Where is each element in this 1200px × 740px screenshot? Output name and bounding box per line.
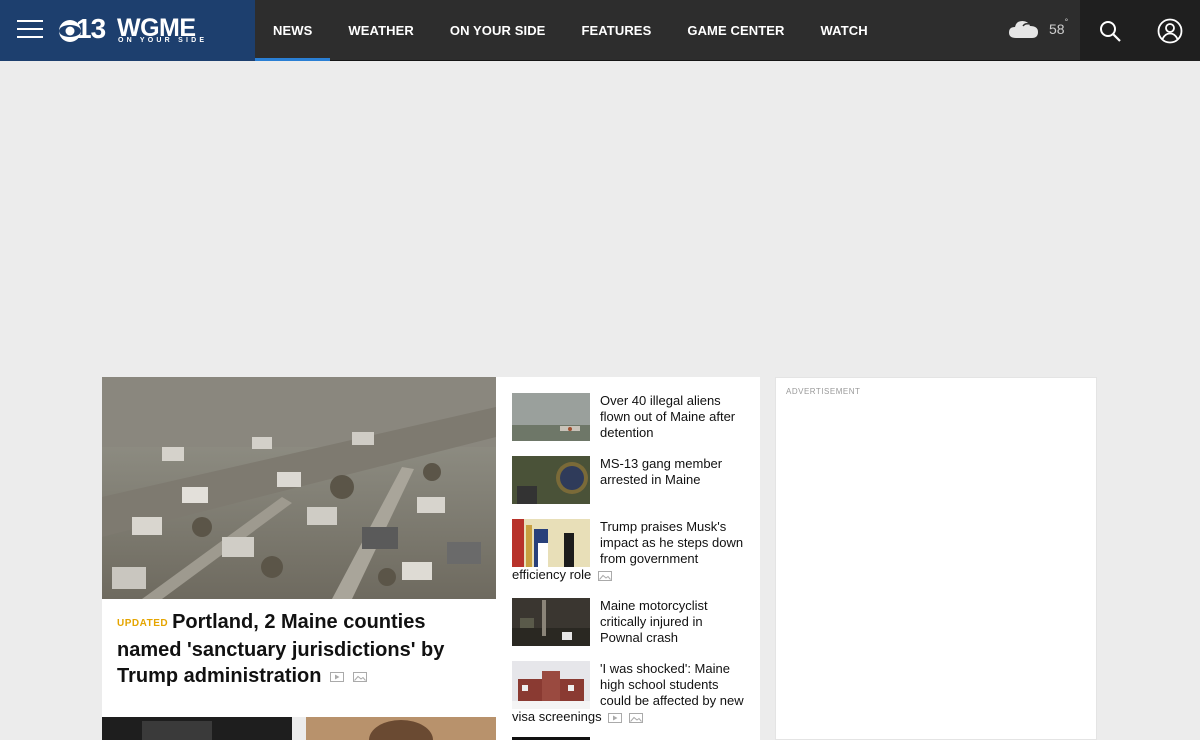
story-title[interactable]: Maine motorcyclist critically injured in… (600, 598, 708, 645)
oval-office-photo (512, 519, 590, 567)
secondary-story-photo (306, 717, 496, 740)
account-button[interactable] (1140, 0, 1200, 61)
weather-degree-symbol: ° (1064, 17, 1069, 27)
main-nav: NEWS WEATHER ON YOUR SIDE FEATURES GAME … (255, 0, 886, 61)
border-patrol-patch-photo (512, 456, 590, 504)
story-thumbnail[interactable] (512, 456, 590, 504)
video-icon (330, 671, 345, 682)
logo-number: 13 (76, 13, 106, 44)
updated-badge: UPDATED (117, 618, 169, 629)
lead-story[interactable]: UPDATED Portland, 2 Maine counties named … (102, 377, 496, 740)
list-item[interactable]: 'I was shocked': Maine high school stude… (512, 661, 748, 725)
school-building-photo (512, 661, 590, 709)
search-icon (1100, 20, 1121, 42)
list-item[interactable]: MS-13 gang member arrested in Maine (512, 456, 748, 504)
lead-story-image[interactable] (102, 377, 496, 599)
logo-tagline: ON YOUR SIDE (118, 37, 208, 44)
top-navigation-bar: 13 WGME ON YOUR SIDE NEWS WEATHER ON YOU… (0, 0, 1200, 61)
site-logo[interactable]: 13 WGME ON YOUR SIDE (0, 0, 255, 61)
nav-item-game-center[interactable]: GAME CENTER (669, 0, 802, 61)
nav-item-features[interactable]: FEATURES (563, 0, 669, 61)
weather-temperature: 58 (1049, 21, 1065, 37)
gallery-icon (597, 570, 612, 581)
story-title[interactable]: MS-13 gang member arrested in Maine (600, 456, 722, 487)
gallery-icon (352, 671, 367, 682)
list-item[interactable]: Over 40 illegal aliens flown out of Main… (512, 393, 748, 441)
user-account-icon (1157, 18, 1183, 43)
top-stories-module: UPDATED Portland, 2 Maine counties named … (102, 377, 760, 740)
crash-scene-photo (512, 598, 590, 646)
list-item[interactable]: Maine motorcyclist critically injured in… (512, 598, 748, 646)
gallery-icon (628, 712, 643, 723)
advertisement-slot[interactable]: ADVERTISEMENT (775, 377, 1097, 740)
brand-area: 13 WGME ON YOUR SIDE (0, 0, 255, 61)
secondary-story-image[interactable] (306, 717, 496, 740)
airplane-photo (512, 393, 590, 441)
search-button[interactable] (1080, 0, 1140, 61)
aerial-neighborhood-photo (102, 377, 496, 599)
nav-item-watch[interactable]: WATCH (803, 0, 886, 61)
list-item[interactable]: Trump praises Musk's impact as he steps … (512, 519, 748, 583)
nav-item-weather[interactable]: WEATHER (330, 0, 431, 61)
story-thumbnail[interactable] (512, 661, 590, 709)
nav-item-on-your-side[interactable]: ON YOUR SIDE (432, 0, 564, 61)
story-thumbnail[interactable] (512, 393, 590, 441)
story-title[interactable]: Over 40 illegal aliens flown out of Main… (600, 393, 735, 440)
story-list: Over 40 illegal aliens flown out of Main… (512, 393, 748, 740)
video-icon (608, 712, 623, 723)
story-thumbnail[interactable] (512, 598, 590, 646)
story-thumbnail[interactable] (512, 519, 590, 567)
lead-story-headline[interactable]: UPDATED Portland, 2 Maine counties named … (117, 609, 487, 689)
cloudy-icon (1009, 21, 1038, 38)
secondary-story-image[interactable] (102, 717, 292, 740)
nav-item-news[interactable]: NEWS (255, 0, 331, 61)
secondary-story-photo (102, 717, 292, 740)
weather-widget[interactable]: 58 ° (1008, 17, 1069, 40)
advertisement-label: ADVERTISEMENT (786, 387, 861, 396)
